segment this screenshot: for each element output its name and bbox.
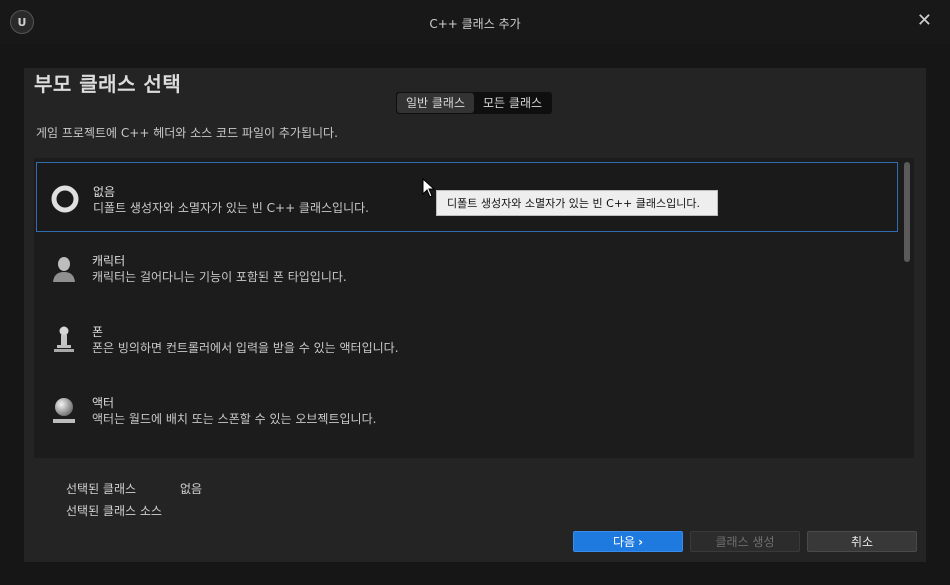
list-item-pawn[interactable]: 폰 폰은 빙의하면 컨트롤러에서 입력을 받을 수 있는 액터입니다. xyxy=(36,303,898,373)
class-filter-tabs: 일반 클래스 모든 클래스 xyxy=(396,92,553,114)
class-description: 캐릭터는 걸어다니는 기능이 포함된 폰 타입입니다. xyxy=(92,270,347,284)
selected-class-source-label: 선택된 클래스 소스 xyxy=(66,504,162,518)
class-description: 디폴트 생성자와 소멸자가 있는 빈 C++ 클래스입니다. xyxy=(93,201,369,215)
class-name: 폰 xyxy=(92,325,104,339)
tab-common-classes[interactable]: 일반 클래스 xyxy=(397,93,475,113)
class-name: 액터 xyxy=(92,396,115,410)
chevron-right-icon: › xyxy=(638,534,644,549)
list-scrollbar[interactable] xyxy=(904,162,910,262)
dialog-window: U C++ 클래스 추가 ✕ 부모 클래스 선택 일반 클래스 모든 클래스 게… xyxy=(0,0,950,585)
page-description: 게임 프로젝트에 C++ 헤더와 소스 코드 파일이 추가됩니다. xyxy=(36,126,338,140)
selected-class-label: 선택된 클래스 xyxy=(66,482,137,496)
parent-class-panel: 부모 클래스 선택 일반 클래스 모든 클래스 게임 프로젝트에 C++ 헤더와… xyxy=(24,68,926,562)
class-name: 없음 xyxy=(93,185,116,199)
class-description: 액터는 월드에 배치 또는 스폰할 수 있는 오브젝트입니다. xyxy=(92,412,377,426)
create-class-button[interactable]: 클래스 생성 xyxy=(690,531,800,552)
character-icon xyxy=(53,257,75,282)
next-button-label: 다음 xyxy=(612,535,636,549)
ring-icon xyxy=(51,185,79,213)
cancel-button[interactable]: 취소 xyxy=(807,531,917,552)
page-title: 부모 클래스 선택 xyxy=(34,72,182,96)
close-icon[interactable]: ✕ xyxy=(917,11,932,31)
class-name: 캐릭터 xyxy=(92,254,126,268)
mouse-cursor-icon xyxy=(422,178,436,198)
title-bar: U C++ 클래스 추가 ✕ xyxy=(0,0,950,44)
tooltip: 디폴트 생성자와 소멸자가 있는 빈 C++ 클래스입니다. xyxy=(436,190,718,216)
selected-class-value: 없음 xyxy=(180,482,203,496)
class-description: 폰은 빙의하면 컨트롤러에서 입력을 받을 수 있는 액터입니다. xyxy=(92,341,399,355)
next-button[interactable]: 다음 › xyxy=(573,531,683,552)
actor-icon xyxy=(53,398,75,423)
pawn-icon xyxy=(54,326,74,352)
window-title: C++ 클래스 추가 xyxy=(429,17,521,31)
list-item-character[interactable]: 캐릭터 캐릭터는 걸어다니는 기능이 포함된 폰 타입입니다. xyxy=(36,232,898,302)
tab-all-classes[interactable]: 모든 클래스 xyxy=(474,93,551,113)
list-item-actor[interactable]: 액터 액터는 월드에 배치 또는 스폰할 수 있는 오브젝트입니다. xyxy=(36,374,898,444)
